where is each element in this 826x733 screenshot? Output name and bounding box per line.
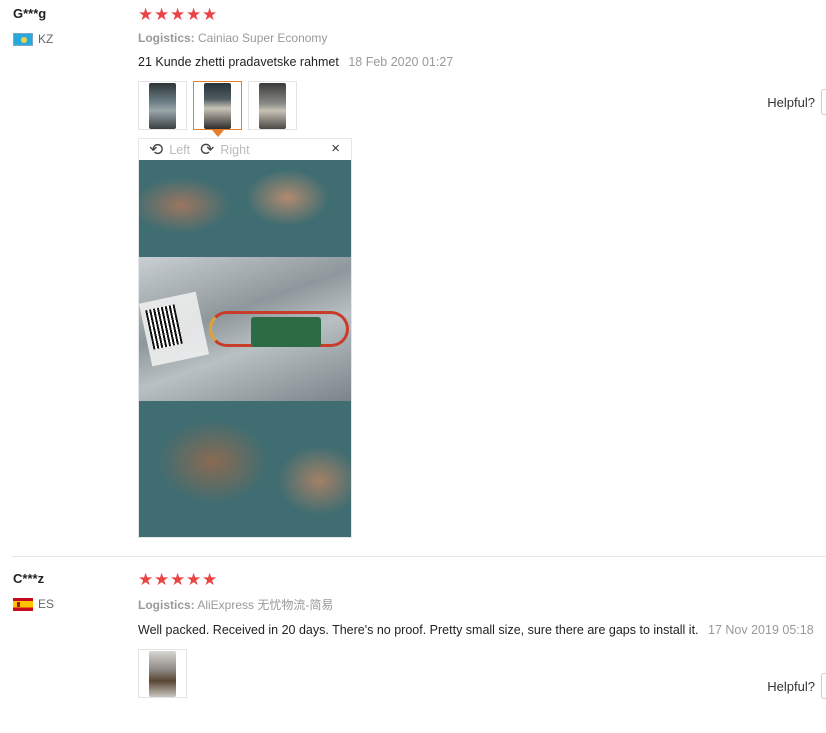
image-viewer: ⟲ Left ⟳ Right × bbox=[138, 138, 352, 538]
viewer-toolbar: ⟲ Left ⟳ Right × bbox=[139, 139, 351, 160]
review-thumbnail[interactable] bbox=[138, 81, 187, 130]
review-feedback: Well packed. Received in 20 days. There'… bbox=[138, 623, 699, 637]
star-rating: ★ ★ ★ ★ ★ bbox=[138, 570, 826, 589]
logistics-value: AliExpress 无忧物流-简易 bbox=[197, 598, 334, 612]
close-icon[interactable]: × bbox=[331, 140, 340, 157]
photo-thumbnail-image bbox=[149, 650, 176, 697]
kz-flag-icon bbox=[13, 32, 33, 46]
rotate-left-icon: ⟲ bbox=[149, 140, 164, 159]
reviewer-name: G***g bbox=[13, 6, 47, 21]
star-icon: ★ bbox=[154, 5, 170, 24]
rotate-left-label: Left bbox=[169, 142, 191, 157]
photo-thumbnail-image bbox=[149, 82, 176, 129]
helpful-button[interactable] bbox=[821, 89, 826, 115]
review-date: 18 Feb 2020 01:27 bbox=[348, 55, 454, 69]
country-code: ES bbox=[38, 597, 55, 611]
logistics-info: Logistics: AliExpress 无忧物流-简易 bbox=[138, 596, 826, 613]
review-feedback: 21 Kunde zhetti pradavetske rahmet bbox=[138, 55, 339, 69]
star-icon: ★ bbox=[186, 570, 202, 589]
star-rating: ★ ★ ★ ★ ★ bbox=[138, 5, 826, 24]
review-item: G***g KZ ★ ★ ★ ★ ★ Logistics: Cainiao Su… bbox=[0, 0, 826, 556]
logistics-info: Logistics: Cainiao Super Economy bbox=[138, 31, 826, 45]
review-thumbnail-selected[interactable] bbox=[193, 81, 242, 137]
star-icon: ★ bbox=[138, 570, 154, 589]
reviewer-country: KZ bbox=[13, 32, 53, 46]
enlarged-photo bbox=[139, 160, 351, 537]
helpful-section: Helpful? bbox=[767, 89, 826, 115]
circuit-board bbox=[251, 317, 321, 347]
review-thumbnail[interactable] bbox=[248, 81, 297, 130]
rotate-right-icon: ⟳ bbox=[200, 140, 215, 159]
reviewer-info: C***z ES bbox=[13, 571, 54, 611]
star-icon: ★ bbox=[202, 5, 218, 24]
helpful-label: Helpful? bbox=[767, 94, 815, 110]
review-text: Well packed. Received in 20 days. There'… bbox=[138, 621, 826, 639]
helpful-label: Helpful? bbox=[767, 678, 815, 694]
star-icon: ★ bbox=[154, 570, 170, 589]
star-icon: ★ bbox=[170, 570, 186, 589]
star-icon: ★ bbox=[186, 5, 202, 24]
photo-thumbnail-image bbox=[204, 82, 231, 129]
review-date: 17 Nov 2019 05:18 bbox=[708, 623, 814, 637]
helpful-button[interactable] bbox=[821, 673, 826, 699]
rotate-left-button[interactable]: ⟲ Left bbox=[149, 141, 190, 158]
rotate-right-button[interactable]: ⟳ Right bbox=[200, 141, 249, 158]
logistics-label: Logistics: bbox=[138, 31, 195, 45]
star-icon: ★ bbox=[170, 5, 186, 24]
rotate-right-label: Right bbox=[220, 142, 250, 157]
review-content: ★ ★ ★ ★ ★ Logistics: AliExpress 无忧物流-简易 … bbox=[138, 570, 826, 698]
country-code: KZ bbox=[38, 32, 54, 46]
reviewer-name: C***z bbox=[13, 571, 45, 586]
reviewer-info: G***g KZ bbox=[13, 6, 53, 46]
helpful-section: Helpful? bbox=[767, 673, 826, 699]
review-images bbox=[138, 649, 826, 698]
review-item: C***z ES ★ ★ ★ ★ ★ Logistics: AliExpress… bbox=[0, 557, 826, 733]
es-flag-icon bbox=[13, 597, 33, 611]
reviewer-country: ES bbox=[13, 597, 54, 611]
review-content: ★ ★ ★ ★ ★ Logistics: Cainiao Super Econo… bbox=[138, 5, 826, 137]
review-thumbnail[interactable] bbox=[138, 649, 187, 698]
review-images bbox=[138, 81, 826, 137]
photo-thumbnail-image bbox=[259, 82, 286, 129]
logistics-label: Logistics: bbox=[138, 598, 195, 612]
package-bag bbox=[139, 257, 351, 401]
star-icon: ★ bbox=[202, 570, 218, 589]
star-icon: ★ bbox=[138, 5, 154, 24]
review-text: 21 Kunde zhetti pradavetske rahmet 18 Fe… bbox=[138, 53, 826, 71]
logistics-value: Cainiao Super Economy bbox=[198, 31, 328, 45]
